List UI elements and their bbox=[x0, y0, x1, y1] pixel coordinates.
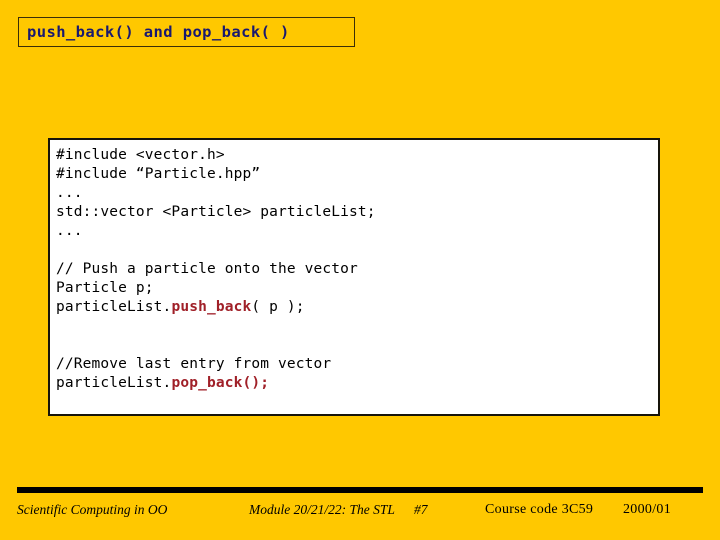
code-line: ... bbox=[56, 185, 83, 201]
code-listing-panel: #include <vector.h> #include “Particle.h… bbox=[48, 138, 660, 416]
code-line: std::vector <Particle> particleList; bbox=[56, 204, 376, 220]
pop-back-keyword: pop_back(); bbox=[171, 375, 270, 391]
code-line: ... bbox=[56, 223, 83, 239]
code-line: #include “Particle.hpp” bbox=[56, 166, 261, 182]
code-line-pop-back: particleList.pop_back(); bbox=[56, 374, 658, 393]
slide-canvas: { "slide": { "title": "push_back() and p… bbox=[0, 0, 720, 540]
push-back-keyword: push_back bbox=[171, 299, 252, 315]
code-line-push-back: particleList.push_back( p ); bbox=[56, 298, 658, 317]
footer-slide-number: #7 bbox=[414, 502, 428, 517]
footer-module-label: Module 20/21/22: The STL bbox=[249, 502, 395, 517]
slide-footer: Scientific Computing in OO Module 20/21/… bbox=[0, 500, 720, 526]
code-line-comment: // Push a particle onto the vector bbox=[56, 261, 358, 277]
code-line: #include <vector.h> bbox=[56, 147, 225, 163]
code-line-comment: //Remove last entry from vector bbox=[56, 356, 332, 372]
code-line: Particle p; bbox=[56, 280, 154, 296]
page-title: push_back() and pop_back( ) bbox=[27, 23, 290, 41]
footer-course-series: Scientific Computing in OO bbox=[17, 502, 168, 517]
footer-divider bbox=[17, 487, 703, 493]
code-suffix: ( p ); bbox=[251, 299, 305, 315]
footer-course-code: Course code 3C59 bbox=[485, 502, 594, 517]
slide-title-box: push_back() and pop_back( ) bbox=[18, 17, 355, 47]
footer-academic-year: 2000/01 bbox=[623, 502, 671, 517]
code-prefix: particleList. bbox=[56, 299, 172, 315]
code-prefix: particleList. bbox=[56, 375, 172, 391]
